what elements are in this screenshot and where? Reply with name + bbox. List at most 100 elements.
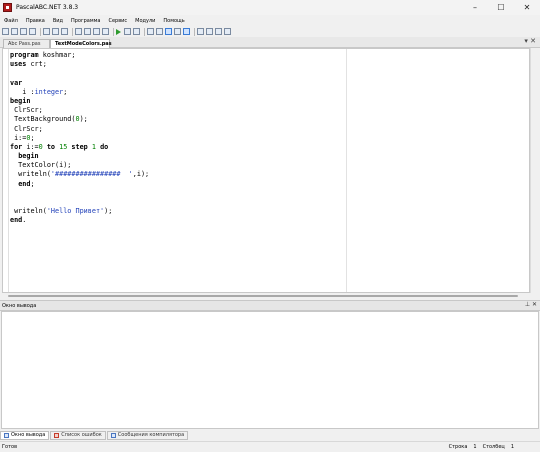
code-line[interactable]: var [10, 79, 340, 88]
code-keyword: uses [10, 60, 27, 69]
tab-output-window[interactable]: Окно вывода [0, 430, 50, 440]
menu-modules[interactable]: Модули [131, 18, 159, 24]
code-text: . [22, 216, 27, 225]
code-string: 'Hello Привет' [46, 207, 105, 216]
bottom-panel-tabs: Окно вывода Список ошибок Сообщения комп… [0, 430, 540, 440]
code-line[interactable]: writeln('Hello Привет'); [10, 207, 340, 216]
redo-icon[interactable] [84, 28, 91, 35]
code-text: ; [30, 133, 35, 142]
step-icon[interactable] [147, 28, 154, 35]
step-into-icon[interactable] [156, 28, 163, 35]
column-number: 1 [510, 444, 514, 450]
output-panel-controls[interactable]: ⊥ ✕ [525, 301, 537, 308]
code-line[interactable]: ClrScr; [10, 106, 340, 115]
menu-program[interactable]: Программа [67, 18, 104, 24]
stop-icon[interactable] [124, 28, 131, 35]
editor-vertical-scrollbar[interactable] [530, 48, 540, 293]
code-line[interactable]: writeln('################ ',i); [10, 170, 340, 179]
right-margin-line [346, 49, 347, 292]
step-over-icon[interactable] [165, 28, 172, 35]
code-text: i : [10, 87, 35, 96]
menu-file[interactable]: Файл [0, 18, 22, 24]
code-line[interactable]: for i:=0 to 15 step 1 do [10, 143, 340, 152]
code-text: koshmar; [38, 51, 76, 59]
replace-icon[interactable] [102, 28, 109, 35]
save-all-icon[interactable] [29, 28, 36, 35]
source-code[interactable]: program koshmar; uses crt; var i :integer;… [10, 51, 340, 226]
window-title: PascalABC.NET 3.8.3 [16, 4, 79, 11]
editor-horizontal-scrollbar[interactable] [2, 293, 530, 299]
run-icon[interactable] [116, 28, 121, 35]
code-text: ; [63, 87, 68, 96]
menu-view[interactable]: Вид [49, 18, 67, 24]
minimize-button[interactable]: – [462, 0, 488, 15]
paste-icon[interactable] [61, 28, 68, 35]
new-file-icon[interactable] [2, 28, 9, 35]
cut-icon[interactable] [43, 28, 50, 35]
code-text: TextBackground( [10, 115, 76, 124]
code-keyword: step [71, 142, 88, 151]
toolbar-separator [113, 27, 114, 36]
code-editor[interactable]: program koshmar; uses crt; var i :integer;… [2, 48, 530, 293]
window-icon[interactable] [183, 28, 190, 35]
code-line[interactable]: ClrScr; [10, 125, 340, 134]
output-panel-header: Окно вывода ⊥ ✕ [0, 300, 540, 311]
code-text: writeln( [10, 170, 51, 179]
code-line[interactable]: i :integer; [10, 88, 340, 97]
toolbar-separator [40, 27, 41, 36]
find-icon[interactable] [93, 28, 100, 35]
code-line[interactable] [10, 198, 340, 207]
menu-bar: Файл Правка Вид Программа Сервис Модули … [0, 15, 540, 26]
status-bar: Готов Строка 1 Столбец 1 [0, 441, 540, 452]
toolbar-separator [72, 27, 73, 36]
code-text: ); [79, 115, 88, 124]
line-number: 1 [473, 444, 477, 450]
save-icon[interactable] [20, 28, 27, 35]
grid-icon[interactable] [206, 28, 213, 35]
tab-compiler-messages-label: Сообщения компилятора [117, 432, 185, 438]
code-string: '################ ' [50, 170, 133, 179]
code-line[interactable]: end; [10, 180, 340, 189]
layout-icon[interactable] [197, 28, 204, 35]
undo-icon[interactable] [75, 28, 82, 35]
open-icon[interactable] [11, 28, 18, 35]
tab-abc-pass[interactable]: Abc Pass.pas [3, 39, 50, 48]
tab-compiler-messages[interactable]: Сообщения компилятора [106, 430, 189, 440]
menu-service[interactable]: Сервис [104, 18, 131, 24]
menu-edit[interactable]: Правка [22, 18, 49, 24]
output-window-icon [4, 432, 9, 438]
compiler-messages-icon [110, 432, 116, 438]
tab-textmodecolors[interactable]: TextModeColors.pas [50, 39, 112, 48]
code-line[interactable]: uses crt; [10, 60, 340, 69]
close-button[interactable]: ✕ [514, 0, 540, 15]
code-line[interactable]: i:=0; [10, 134, 340, 143]
scrollbar-thumb[interactable] [8, 295, 518, 297]
debug-icon[interactable] [133, 28, 140, 35]
menu-help[interactable]: Помощь [159, 18, 188, 24]
code-text: i:= [22, 142, 39, 151]
code-line[interactable]: begin [10, 97, 340, 106]
maximize-button[interactable]: ☐ [488, 0, 514, 15]
code-text: ; [30, 179, 35, 188]
code-line[interactable] [10, 69, 340, 78]
tile-icon[interactable] [224, 28, 231, 35]
cursor-position: Строка 1 Столбец 1 [443, 444, 514, 450]
code-keyword: for [10, 142, 23, 151]
code-line[interactable]: end. [10, 216, 340, 225]
copy-icon[interactable] [52, 28, 59, 35]
split-icon[interactable] [215, 28, 222, 35]
code-keyword: do [100, 142, 109, 151]
tab-close-icon[interactable]: ▾ ✕ [524, 37, 536, 45]
code-type: integer [34, 87, 64, 96]
code-text: ,i); [132, 170, 150, 179]
code-line[interactable]: program koshmar; [10, 51, 340, 60]
tab-error-list[interactable]: Список ошибок [50, 430, 106, 440]
code-text: writeln( [10, 207, 47, 216]
code-line[interactable]: TextBackground(0); [10, 115, 340, 124]
form-icon[interactable] [174, 28, 181, 35]
toolbar-separator [144, 27, 145, 36]
output-window[interactable] [1, 311, 539, 429]
code-line[interactable]: TextColor(i); [10, 161, 340, 170]
code-line[interactable]: begin [10, 152, 340, 161]
code-line[interactable] [10, 189, 340, 198]
